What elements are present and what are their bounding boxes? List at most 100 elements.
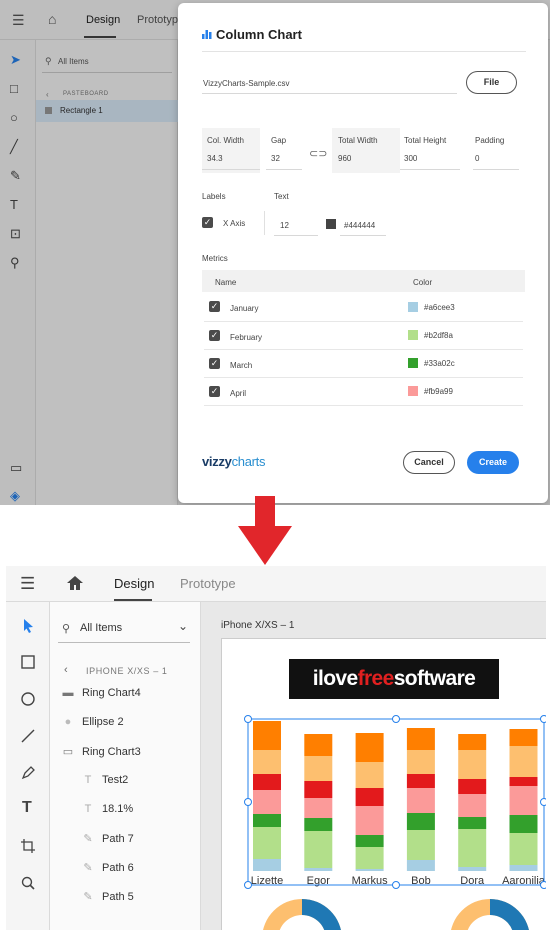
home-icon[interactable]	[66, 575, 84, 591]
ring-chart-segment	[490, 899, 529, 930]
layer-item[interactable]: ● Ellipse 2	[62, 716, 124, 728]
canvas[interactable]: iPhone X/XS – 1 ilovefreesoftware Lizett…	[201, 602, 546, 930]
select-arrow-icon[interactable]	[20, 618, 36, 634]
stacked-column-chart[interactable]: Lizette Egor Markus Bob Dora Aaronilia	[222, 639, 546, 930]
dialog-title-text: Column Chart	[216, 27, 302, 42]
resize-handle[interactable]	[392, 715, 400, 723]
cancel-button[interactable]: Cancel	[403, 451, 455, 474]
metric-color-input[interactable]: #33a02c	[424, 359, 455, 368]
metric-checkbox-april[interactable]: ✓	[209, 386, 220, 397]
metric-swatch[interactable]	[408, 330, 418, 340]
layer-item[interactable]: ▭ Ring Chart3	[62, 745, 141, 758]
row-divider	[204, 377, 523, 378]
search-input[interactable]: All Items	[80, 622, 122, 634]
chart-bar-segment	[458, 817, 487, 829]
tab-design[interactable]: Design	[114, 576, 154, 591]
down-arrow-icon	[238, 496, 292, 565]
chart-bar-segment	[355, 847, 384, 869]
text-color-swatch[interactable]	[326, 219, 336, 229]
breadcrumb: IPHONE X/XS – 1	[86, 666, 168, 676]
metrics-name-header: Name	[215, 278, 237, 287]
folder-outline-icon: ▭	[62, 746, 74, 758]
rectangle-icon[interactable]	[20, 654, 36, 670]
selection-box[interactable]	[247, 718, 545, 886]
file-button[interactable]: File	[466, 71, 517, 94]
resize-handle[interactable]	[540, 798, 546, 806]
metric-name: February	[230, 333, 263, 342]
create-button[interactable]: Create	[467, 451, 519, 474]
chart-bar-segment	[253, 750, 281, 774]
gap-input[interactable]: 32	[271, 154, 280, 163]
chart-bar-segment	[458, 794, 487, 817]
text-color-input[interactable]: #444444	[344, 221, 375, 230]
artboard-icon[interactable]	[20, 838, 36, 854]
metric-color-input[interactable]: #fb9a99	[424, 387, 453, 396]
metric-swatch[interactable]	[408, 302, 418, 312]
total-height-input[interactable]: 300	[404, 154, 417, 163]
back-chevron-icon[interactable]: ‹	[64, 664, 68, 676]
chart-bar-segment	[406, 774, 435, 788]
total-width-box	[332, 128, 400, 173]
chevron-down-icon[interactable]: ⌄	[178, 619, 188, 633]
total-height-label: Total Height	[404, 136, 447, 145]
hamburger-icon[interactable]: ☰	[20, 574, 35, 594]
tab-prototype[interactable]: Prototype	[180, 576, 236, 591]
layer-item[interactable]: ✎ Path 7	[82, 832, 133, 845]
chart-bar-segment	[458, 750, 487, 779]
folder-icon: ▬	[62, 687, 74, 699]
artboard-title[interactable]: iPhone X/XS – 1	[221, 620, 294, 631]
ellipse-icon: ●	[64, 716, 72, 728]
chart-bar-segment	[253, 721, 281, 750]
metric-checkbox-january[interactable]: ✓	[209, 301, 220, 312]
chart-bar-segment	[458, 829, 487, 867]
file-name-field[interactable]: VizzyCharts-Sample.csv	[203, 79, 290, 88]
link-icon[interactable]: ⊂⊃	[309, 147, 327, 160]
layer-item[interactable]: ✎ Path 6	[82, 861, 134, 874]
layer-item[interactable]: T 18.1%	[82, 803, 134, 815]
chart-bar-segment	[406, 750, 435, 774]
col-width-input[interactable]: 34.3	[207, 154, 223, 163]
chart-bar-segment	[355, 733, 384, 762]
layer-item[interactable]: ▬ Ring Chart4	[62, 687, 141, 699]
padding-input[interactable]: 0	[475, 154, 479, 163]
metric-swatch[interactable]	[408, 358, 418, 368]
chart-bar-segment	[355, 788, 384, 806]
total-width-input[interactable]: 960	[338, 154, 351, 163]
layer-name: 18.1%	[102, 803, 134, 815]
resize-handle[interactable]	[244, 798, 252, 806]
metric-checkbox-february[interactable]: ✓	[209, 330, 220, 341]
metric-color-input[interactable]: #b2df8a	[424, 331, 453, 340]
text-color-underline	[340, 235, 386, 236]
chart-bar-segment	[304, 831, 333, 868]
text-size-input[interactable]: 12	[280, 221, 289, 230]
layer-item[interactable]: ✎ Path 5	[82, 890, 133, 903]
metric-swatch[interactable]	[408, 386, 418, 396]
layer-item[interactable]: T Test2	[82, 774, 129, 786]
chart-bar-segment	[253, 827, 281, 859]
chart-bar-segment	[406, 788, 435, 813]
row-divider	[204, 321, 523, 322]
resize-handle[interactable]	[244, 715, 252, 723]
zoom-icon[interactable]	[20, 875, 36, 891]
ellipse-tool-icon[interactable]	[20, 691, 36, 707]
text-tool-icon[interactable]: T	[22, 799, 32, 817]
pen-tool-icon[interactable]	[20, 765, 36, 781]
bottom-tool-rail: T	[6, 602, 50, 930]
resize-handle[interactable]	[392, 881, 400, 889]
bottom-layers-panel: ⚲ All Items ⌄ ‹ IPHONE X/XS – 1 ▬ Ring Ch…	[50, 602, 201, 930]
line-icon[interactable]	[20, 728, 36, 744]
ring-charts	[263, 899, 529, 930]
dialog-title: Column Chart	[202, 27, 302, 42]
layer-name: Path 6	[102, 862, 134, 874]
resize-handle[interactable]	[244, 881, 252, 889]
metric-color-input[interactable]: #a6cee3	[424, 303, 455, 312]
chart-bar-segment	[304, 756, 333, 781]
x-axis-label: X Axis	[223, 219, 246, 228]
resize-handle[interactable]	[540, 881, 546, 889]
layer-name: Test2	[102, 774, 129, 786]
artboard[interactable]: ilovefreesoftware Lizette Egor Markus Bob Do…	[221, 638, 546, 930]
metric-checkbox-march[interactable]: ✓	[209, 358, 220, 369]
padding-underline	[473, 169, 519, 170]
x-axis-checkbox[interactable]: ✓	[202, 217, 213, 228]
resize-handle[interactable]	[540, 715, 546, 723]
